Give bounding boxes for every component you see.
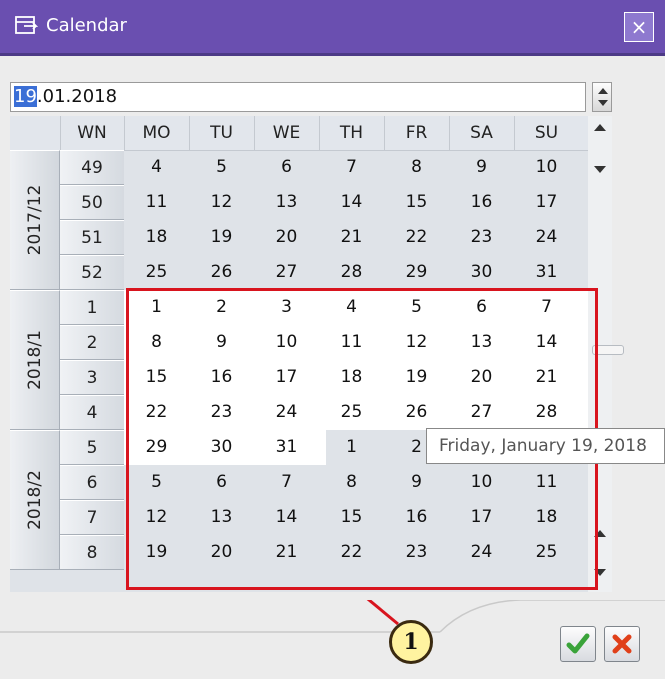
day-cell[interactable]: 12 xyxy=(189,185,254,220)
month-label-cell[interactable]: 2017/12 xyxy=(10,150,60,290)
month-label-cell[interactable]: 2018/1 xyxy=(10,290,60,430)
week-number-cell[interactable]: 5 xyxy=(60,430,124,465)
checkmark-icon xyxy=(566,633,590,654)
week-number-cell[interactable]: 50 xyxy=(60,185,124,220)
day-cell[interactable]: 24 xyxy=(514,220,579,255)
week-number-cell[interactable]: 49 xyxy=(60,150,124,185)
week-number-cell[interactable]: 3 xyxy=(60,360,124,395)
spinner-down-icon[interactable] xyxy=(598,100,608,106)
week-number-cell[interactable]: 2 xyxy=(60,325,124,360)
day-cell[interactable]: 18 xyxy=(124,220,189,255)
callout-marker: 1 xyxy=(389,620,433,664)
day-cell[interactable]: 16 xyxy=(449,185,514,220)
cancel-button[interactable] xyxy=(604,626,640,662)
close-button[interactable]: × xyxy=(624,12,654,42)
week-number-cell[interactable]: 7 xyxy=(60,500,124,535)
day-cell[interactable]: 15 xyxy=(384,185,449,220)
day-cell[interactable]: 8 xyxy=(384,150,449,185)
title-bar: Calendar × xyxy=(0,0,665,56)
date-input-selected-day: 19 xyxy=(14,86,37,107)
day-cell[interactable]: 5 xyxy=(189,150,254,185)
scroll-up-icon[interactable] xyxy=(594,124,606,131)
day-cell[interactable]: 22 xyxy=(384,220,449,255)
week-number-cell[interactable]: 4 xyxy=(60,395,124,430)
column-header-tu: TU xyxy=(210,123,233,143)
scroll-down-icon[interactable] xyxy=(594,166,606,173)
close-icon: × xyxy=(630,15,648,39)
week-number-cell[interactable]: 1 xyxy=(60,290,124,325)
date-input[interactable]: 19.01.2018 xyxy=(10,82,586,112)
column-header-sa: SA xyxy=(470,123,493,143)
column-header-th: TH xyxy=(339,123,364,143)
header-separator xyxy=(514,116,515,150)
day-cell[interactable]: 7 xyxy=(319,150,384,185)
ok-button[interactable] xyxy=(560,626,596,662)
header-separator xyxy=(319,116,320,150)
day-cell[interactable]: 6 xyxy=(254,150,319,185)
day-cell[interactable]: 10 xyxy=(514,150,579,185)
column-header-we: WE xyxy=(272,123,301,143)
column-header-mo: MO xyxy=(142,123,171,143)
day-cell[interactable]: 27 xyxy=(254,255,319,290)
week-number-cell[interactable]: 52 xyxy=(60,255,124,290)
day-cell[interactable]: 23 xyxy=(449,220,514,255)
day-cell[interactable]: 28 xyxy=(319,255,384,290)
header-separator xyxy=(384,116,385,150)
day-cell[interactable]: 25 xyxy=(124,255,189,290)
spinner-up-icon[interactable] xyxy=(598,88,608,94)
day-cell[interactable]: 9 xyxy=(449,150,514,185)
month-label: 2018/2 xyxy=(24,470,45,530)
week-number-cell[interactable]: 51 xyxy=(60,220,124,255)
header-separator xyxy=(449,116,450,150)
day-cell[interactable]: 19 xyxy=(189,220,254,255)
day-cell[interactable]: 26 xyxy=(189,255,254,290)
day-cell[interactable]: 31 xyxy=(514,255,579,290)
calendar-window-icon xyxy=(15,16,38,34)
day-cell[interactable]: 29 xyxy=(384,255,449,290)
date-input-rest: .01.2018 xyxy=(36,86,118,107)
header-separator xyxy=(254,116,255,150)
header-separator xyxy=(124,116,125,150)
header-separator xyxy=(189,116,190,150)
week-number-cell[interactable]: 6 xyxy=(60,465,124,500)
day-cell[interactable]: 4 xyxy=(124,150,189,185)
date-spinner[interactable] xyxy=(592,82,612,112)
day-cell[interactable]: 17 xyxy=(514,185,579,220)
day-cell[interactable]: 11 xyxy=(124,185,189,220)
window-title: Calendar xyxy=(46,15,127,36)
day-cell[interactable]: 30 xyxy=(449,255,514,290)
column-header-fr: FR xyxy=(405,123,428,143)
month-label: 2018/1 xyxy=(24,330,45,390)
week-number-cell[interactable]: 8 xyxy=(60,535,124,570)
day-cell[interactable]: 21 xyxy=(319,220,384,255)
month-label: 2017/12 xyxy=(24,184,45,256)
column-header-wn: WN xyxy=(77,123,107,143)
column-header-su: SU xyxy=(534,123,559,143)
cancel-x-icon xyxy=(612,634,632,654)
header-separator xyxy=(60,116,61,150)
date-tooltip: Friday, January 19, 2018 xyxy=(426,428,665,464)
day-cell[interactable]: 13 xyxy=(254,185,319,220)
month-label-cell[interactable]: 2018/2 xyxy=(10,430,60,570)
day-cell[interactable]: 20 xyxy=(254,220,319,255)
calendar-header-row: WN MO TU WE TH FR SA SU xyxy=(10,116,588,151)
day-cell[interactable]: 14 xyxy=(319,185,384,220)
